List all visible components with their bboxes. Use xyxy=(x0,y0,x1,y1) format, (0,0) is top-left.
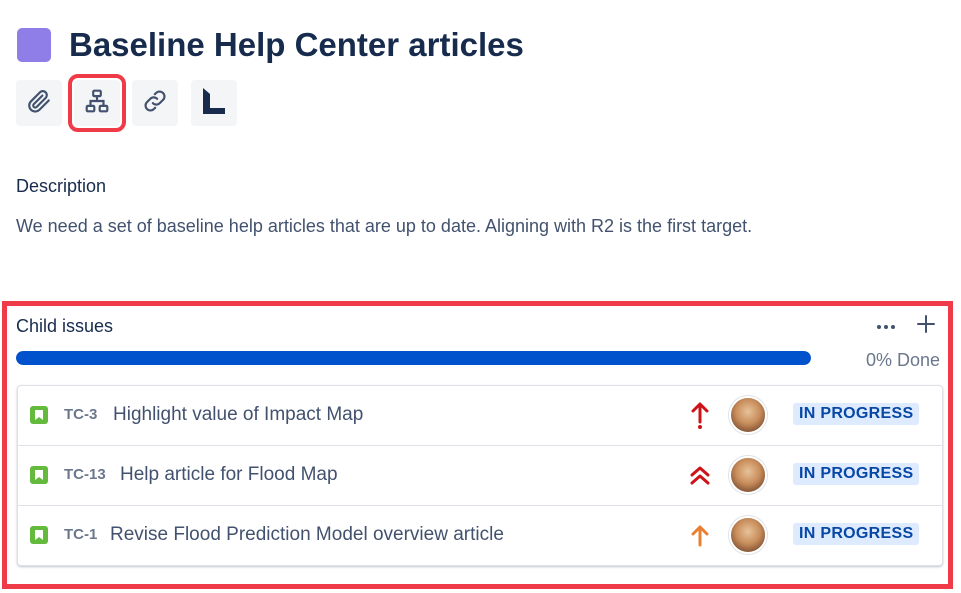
description-heading: Description xyxy=(16,176,107,196)
more-icon xyxy=(876,317,896,335)
issue-key[interactable]: TC-3 xyxy=(64,406,97,423)
progress-bar xyxy=(16,351,811,365)
issue-key[interactable]: TC-13 xyxy=(64,466,106,483)
status-badge[interactable]: IN PROGRESS xyxy=(793,463,920,485)
assignee-avatar[interactable] xyxy=(729,456,767,494)
assignee-avatar[interactable] xyxy=(729,516,767,554)
assignee-avatar[interactable] xyxy=(729,396,767,434)
child-issues-panel: Child issues 0% Done TC-3 Highlight valu… xyxy=(2,301,953,589)
child-issue-row[interactable]: TC-3 Highlight value of Impact Map IN PR… xyxy=(18,386,942,446)
more-actions-button[interactable] xyxy=(874,314,898,338)
priority-high-icon[interactable] xyxy=(688,400,712,430)
child-issue-row[interactable]: TC-13 Help article for Flood Map IN PROG… xyxy=(18,446,942,506)
hierarchy-icon xyxy=(84,88,110,119)
add-child-issue-button[interactable] xyxy=(68,74,126,132)
priority-medium-icon[interactable] xyxy=(688,520,712,550)
link-issue-button[interactable] xyxy=(132,80,178,126)
issue-summary[interactable]: Revise Flood Prediction Model overview a… xyxy=(110,524,504,546)
app-logo-icon xyxy=(200,86,228,121)
plus-icon xyxy=(916,314,936,339)
progress-bar-fill xyxy=(16,351,811,365)
child-issues-actions xyxy=(874,314,938,338)
paperclip-icon xyxy=(26,88,52,119)
child-issue-list: TC-3 Highlight value of Impact Map IN PR… xyxy=(17,385,943,566)
add-child-button[interactable] xyxy=(914,314,938,338)
link-icon xyxy=(142,88,168,119)
child-issues-heading: Child issues xyxy=(16,316,114,336)
page-title: Baseline Help Center articles xyxy=(69,26,524,63)
attach-button[interactable] xyxy=(16,80,62,126)
app-button[interactable] xyxy=(191,80,237,126)
description-text[interactable]: We need a set of baseline help articles … xyxy=(16,215,752,237)
status-badge[interactable]: IN PROGRESS xyxy=(793,403,920,425)
story-icon xyxy=(30,466,48,484)
progress-label: 0% Done xyxy=(865,350,940,370)
priority-highest-icon[interactable] xyxy=(688,460,712,490)
status-badge[interactable]: IN PROGRESS xyxy=(793,523,920,545)
issue-key[interactable]: TC-1 xyxy=(64,526,97,543)
child-issue-row[interactable]: TC-1 Revise Flood Prediction Model overv… xyxy=(18,506,942,565)
issue-summary[interactable]: Highlight value of Impact Map xyxy=(113,404,363,426)
story-icon xyxy=(30,526,48,544)
story-icon xyxy=(30,406,48,424)
epic-color-swatch xyxy=(17,28,51,62)
issue-summary[interactable]: Help article for Flood Map xyxy=(120,464,338,486)
